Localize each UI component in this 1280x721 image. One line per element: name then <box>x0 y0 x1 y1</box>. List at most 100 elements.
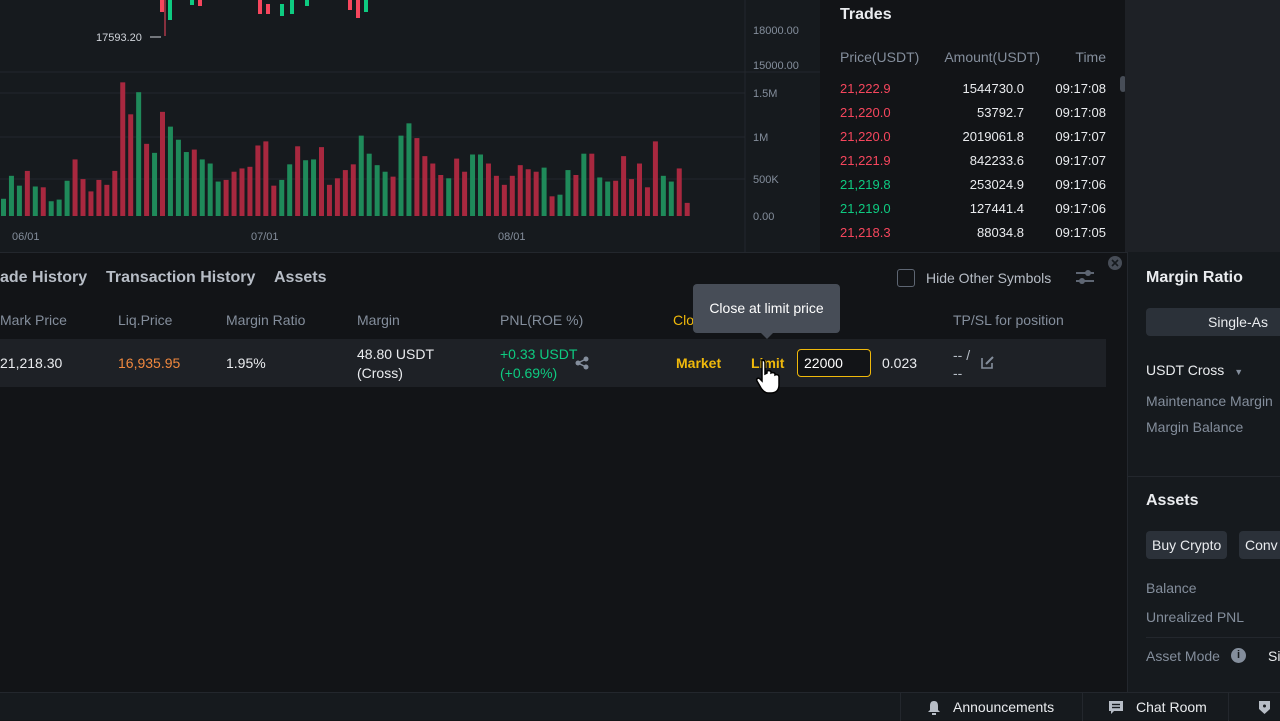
trade-price: 21,222.9 <box>840 81 891 96</box>
volume-bar <box>565 170 571 216</box>
trade-amount: 88034.8 <box>977 225 1024 240</box>
margin-ratio: 1.95% <box>226 355 266 371</box>
volume-bar <box>342 170 348 216</box>
candle <box>280 4 284 16</box>
volume-bar <box>326 184 332 216</box>
volume-bar <box>660 175 666 216</box>
trade-row: 21,218.3 88034.8 09:17:05 <box>840 225 1106 249</box>
unrealized-pnl-label: Unrealized PNL <box>1146 609 1245 625</box>
volume-bar <box>215 181 221 216</box>
asset-mode-value: Si <box>1268 648 1280 664</box>
volume-bar <box>525 169 531 216</box>
filter-settings-icon[interactable] <box>1075 268 1095 286</box>
col-mark-price: Mark Price <box>0 312 67 328</box>
trade-amount: 2019061.8 <box>962 129 1024 144</box>
single-asset-mode-button[interactable]: Single-As <box>1146 308 1280 336</box>
low-price-label: 17593.20 <box>96 32 142 44</box>
trade-time: 09:17:05 <box>1055 225 1106 240</box>
volume-bar <box>64 180 70 216</box>
col-tpsl: TP/SL for position <box>953 312 1064 328</box>
volume-bar <box>183 152 189 216</box>
tab-assets[interactable]: Assets <box>274 269 326 287</box>
volume-bar <box>223 179 229 216</box>
volume-bar <box>414 138 420 216</box>
volume-bar <box>207 163 213 216</box>
asset-mode-label: Asset Mode <box>1146 648 1220 664</box>
chart-area[interactable]: 17593.20 18000.00 15000.00 1.5M 1M 500K … <box>0 0 820 252</box>
volume-bar <box>303 160 309 216</box>
volume-bar <box>152 152 158 216</box>
col-liq-price: Liq.Price <box>118 312 173 328</box>
volume-bar <box>684 202 690 216</box>
trade-time: 09:17:07 <box>1055 153 1106 168</box>
limit-price-input[interactable] <box>797 349 871 377</box>
trade-time: 09:17:08 <box>1055 105 1106 120</box>
volume-chart: 17593.20 18000.00 15000.00 1.5M 1M 500K … <box>0 0 820 252</box>
volume-bar <box>589 153 595 216</box>
header-time: Time <box>1075 49 1106 65</box>
volume-bar <box>80 179 86 216</box>
volume-bar <box>446 178 452 216</box>
close-market-button[interactable]: Market <box>676 355 721 371</box>
volume-bar <box>136 92 142 216</box>
trade-amount: 53792.7 <box>977 105 1024 120</box>
tab-transaction-history[interactable]: Transaction History <box>106 269 255 287</box>
volume-bar <box>613 180 619 216</box>
trade-time: 09:17:08 <box>1055 81 1106 96</box>
volume-bar <box>32 186 38 216</box>
edit-icon[interactable] <box>981 355 995 369</box>
volume-bar <box>175 139 181 216</box>
shield-icon[interactable] <box>1258 700 1271 715</box>
buy-crypto-button[interactable]: Buy Crypto <box>1146 531 1228 559</box>
hide-other-checkbox[interactable] <box>897 269 915 287</box>
account-panel: Margin Ratio Single-As USDT Cross ▼ Main… <box>1127 252 1280 692</box>
date-tick: 08/01 <box>498 231 526 243</box>
candle <box>168 0 172 20</box>
trades-title: Trades <box>840 6 892 23</box>
volume-bar <box>334 178 340 216</box>
account-label: USDT Cross <box>1146 362 1225 378</box>
margin-value: 48.80 USDT <box>357 346 435 362</box>
hand-cursor-icon <box>756 359 780 394</box>
share-icon[interactable] <box>575 356 589 370</box>
volume-bar <box>239 168 245 216</box>
account-select[interactable]: USDT Cross ▼ <box>1146 362 1243 378</box>
info-icon[interactable]: i <box>1231 648 1246 663</box>
volume-bar <box>350 164 356 216</box>
tpsl-value-2: -- <box>953 365 963 381</box>
trade-amount: 127441.4 <box>969 201 1024 216</box>
trade-row: 21,222.9 1544730.0 09:17:08 <box>840 81 1106 105</box>
tab-trade-history[interactable]: ade History <box>0 269 87 287</box>
trade-row: 21,221.9 842233.6 09:17:07 <box>840 153 1106 177</box>
price-tick: 18000.00 <box>753 25 799 37</box>
close-icon[interactable] <box>1108 256 1122 270</box>
announcements-link[interactable]: Announcements <box>953 699 1054 715</box>
convert-button[interactable]: Conv <box>1239 531 1280 559</box>
candle <box>190 0 194 5</box>
volume-bar <box>462 171 468 216</box>
volume-bar <box>644 187 650 216</box>
col-pnl: PNL(ROE %) <box>500 312 584 328</box>
position-row: 21,218.30 16,935.95 1.95% 48.80 USDT (Cr… <box>0 339 1106 387</box>
volume-bar <box>478 154 483 216</box>
candles <box>160 0 368 36</box>
volume-bar <box>501 184 507 216</box>
volume-bar <box>390 176 396 216</box>
volume-bar <box>279 179 285 216</box>
volume-bar <box>160 111 165 216</box>
trades-panel: Trades Price(USDT) Amount(USDT) Time 21,… <box>820 0 1125 252</box>
volume-bar <box>287 164 293 216</box>
pnl-value: +0.33 USDT <box>500 346 578 362</box>
volume-bar <box>621 156 627 216</box>
volume-bar <box>319 147 324 216</box>
chat-room-link[interactable]: Chat Room <box>1136 699 1207 715</box>
candle <box>266 4 270 14</box>
volume-bar <box>470 154 476 216</box>
volume-bar <box>533 171 539 216</box>
volume-tick: 1M <box>753 132 768 144</box>
volume-bar <box>24 170 30 216</box>
chat-icon <box>1109 701 1123 714</box>
volume-bar <box>1 198 6 216</box>
volume-bar <box>398 135 404 216</box>
volume-bar <box>231 171 237 216</box>
